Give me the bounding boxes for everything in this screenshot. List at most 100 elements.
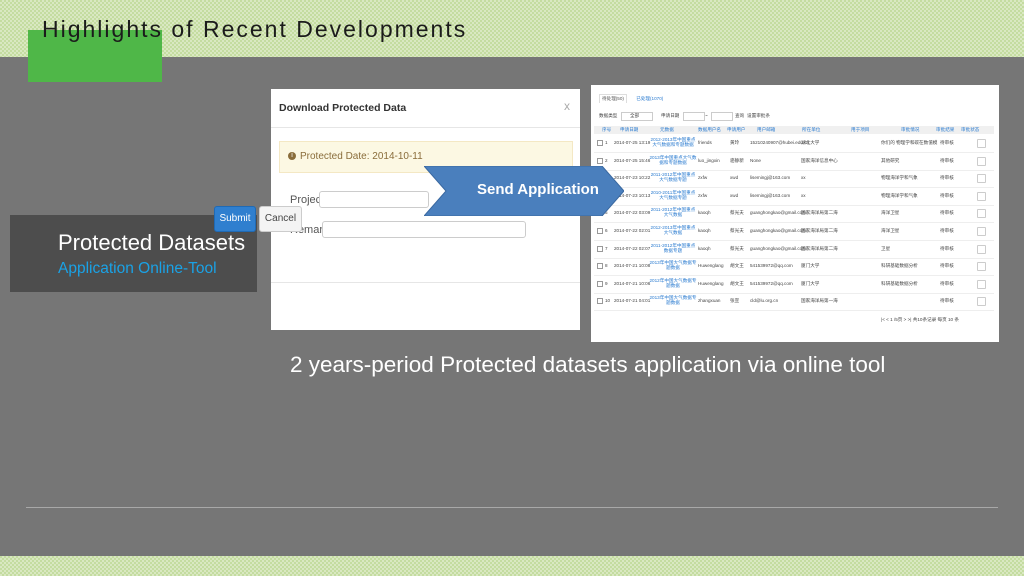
cell-meta[interactable]: 2012年中国大气数据专题数据 [649, 278, 697, 288]
table-row[interactable]: 2 2014-07-25 15:46 2013年中国重点大气数据和专题数据 luo_j… [594, 153, 994, 171]
filter-date-end[interactable] [711, 112, 733, 121]
view-detail-icon[interactable] [977, 139, 986, 148]
table-header-cell[interactable]: 申请日期 [620, 127, 638, 133]
table-header-cell[interactable]: 审批结果 [936, 127, 954, 133]
view-detail-icon[interactable] [977, 297, 986, 307]
cell-org: 国家海洋局第二海 [801, 210, 838, 216]
row-checkbox[interactable] [597, 298, 603, 305]
view-detail-icon[interactable] [977, 262, 986, 272]
cell-user: Huwenglang [698, 263, 724, 269]
filter-type-value: 全部 [630, 113, 640, 118]
cell-result: 待审核 [940, 298, 954, 304]
table-header: 序号 申请日期 元数据 数据用户名 申请用户 用户邮箱 所在单位 用于项目 审批情况 审批结果 审批… [594, 126, 994, 134]
table-header-cell[interactable]: 元数据 [660, 127, 674, 133]
table-row[interactable]: 7 2014-07-22 02:07 2011-2012年中国重点数据专题 kaoqh… [594, 241, 994, 259]
cell-result: 待审核 [940, 157, 954, 163]
tab-processed[interactable]: 已处理(1070) [634, 95, 665, 103]
cell-name: 蔡光夫 [730, 228, 744, 233]
tab-pending[interactable]: 待处理(50) [599, 94, 627, 103]
row-checkbox[interactable] [597, 245, 603, 252]
cell-result: 待审核 [940, 192, 954, 198]
table-header-cell[interactable]: 序号 [602, 127, 611, 133]
filter-type-label: 数据类型 [599, 113, 618, 118]
table-row[interactable]: 9 2014-07-21 10:06 2012年中国大气数据专题数据 Huwengla… [594, 276, 994, 294]
cancel-button[interactable]: Cancel [259, 206, 302, 232]
cell-meta[interactable]: 2013年中国大气数据专题数据 [649, 260, 697, 270]
cell-meta[interactable]: 2012-2013年中国重点大气数据和专题数据 [649, 137, 697, 147]
cell-result: 待审核 [940, 263, 954, 269]
row-checkbox[interactable] [597, 263, 603, 270]
table-header-cell[interactable]: 数据用户名 [698, 127, 721, 133]
view-detail-icon[interactable] [977, 209, 986, 219]
view-detail-icon[interactable] [977, 191, 986, 201]
project-input[interactable] [319, 191, 429, 208]
cell-name: 蔡光夫 [730, 210, 744, 216]
applications-table-screenshot: 待处理(50) 已处理(1070) 数据类型 全部 申请日期 ~ 查询 设置审批… [591, 85, 999, 342]
cell-meta[interactable]: 2011-2012年中国重点大气数据专题 [649, 172, 697, 182]
view-detail-icon[interactable] [977, 174, 986, 184]
table-row[interactable]: 42014-07-23 10:132010-2011年中国重点大气数据专题zxf… [594, 188, 994, 206]
table-row[interactable]: 8 2014-07-21 10:08 2013年中国大气数据专题数据 Huwengla… [594, 258, 994, 277]
cell-date: 2014-07-21 04:01 [614, 298, 651, 304]
cell-result: 待审核 [940, 280, 954, 286]
remark-input[interactable] [322, 221, 526, 238]
cell-status: 海洋卫星 [881, 210, 900, 216]
cell-n: 6 [605, 228, 608, 233]
table-row[interactable]: 1 2014-07-25 13:19 2012-2013年中国重点大气数据和专题数据… [594, 135, 994, 153]
cell-status: 科研基础数据分析 [881, 280, 918, 286]
table-header-cell[interactable]: 申请用户 [727, 127, 745, 133]
cell-n: 7 [605, 245, 608, 251]
table-row[interactable]: 10 2014-07-21 04:01 2013年中国大气数据专题数据 zhangxu… [594, 293, 994, 312]
cell-org: 厦门大学 [801, 263, 820, 269]
cell-meta[interactable]: 2012-2013年中国重点大气数据 [649, 225, 697, 235]
cell-meta[interactable]: 2013年中国大气数据专题数据 [649, 295, 697, 305]
cell-status: 其他研究 [881, 157, 900, 163]
pagination[interactable]: |< < 1 /5页 > >| 共10条记录 每页 10 条 [881, 317, 959, 323]
table-row[interactable]: 6 2014-07-22 02:01 2012-2013年中国重点大气数据 kaoqh… [594, 223, 994, 241]
slide-caption: 2 years-period Protected datasets applic… [290, 352, 886, 377]
cell-n: 1 [605, 140, 608, 145]
footer-divider [26, 507, 998, 508]
table-row[interactable]: 5 2014-07-22 03:09 2011-2012年中国重点大气数据 kaoqh… [594, 205, 994, 224]
filter-type-select[interactable]: 全部 [621, 112, 653, 121]
view-detail-icon[interactable] [977, 279, 986, 289]
query-button[interactable]: 查询 [735, 113, 744, 119]
table-header-cell[interactable]: 审批情况 [901, 127, 919, 133]
cell-date: 2014-07-21 10:08 [614, 263, 651, 269]
cell-meta[interactable]: 2013年中国重点大气数据和专题数据 [649, 155, 697, 165]
dialog-header: Download Protected Data x [271, 89, 580, 128]
reset-button[interactable]: 设置审批条 [747, 113, 770, 119]
table-header-cell[interactable]: 所在单位 [802, 127, 820, 133]
view-detail-icon[interactable] [977, 156, 986, 166]
cell-meta[interactable]: 2010-2011年中国重点大气数据专题 [649, 190, 697, 200]
cell-name: 蔡光夫 [730, 245, 744, 251]
cell-name: 胡文王 [730, 263, 744, 269]
filter-date-start[interactable] [683, 112, 705, 121]
cell-email: 541539972@qq.com [750, 263, 793, 269]
cell-org: 国家海洋局第二海 [801, 228, 838, 233]
view-detail-icon[interactable] [977, 244, 986, 254]
cell-name: 张宣 [730, 298, 740, 304]
cell-org: xx [801, 192, 806, 198]
view-detail-icon[interactable] [977, 227, 986, 236]
cell-org: 湖北大学 [801, 140, 820, 145]
submit-button[interactable]: Submit [214, 206, 256, 232]
filter-bar: 数据类型 全部 申请日期 ~ 查询 设置审批条 [599, 112, 991, 122]
cell-user: kaoqh [698, 228, 711, 233]
row-checkbox[interactable] [597, 280, 603, 287]
cell-meta[interactable]: 2011-2012年中国重点数据专题 [649, 243, 697, 253]
row-checkbox[interactable] [597, 228, 603, 234]
cell-date: 2014-07-22 02:07 [614, 245, 651, 251]
table-header-cell[interactable]: 审批状态 [961, 127, 979, 133]
tab-bar: 待处理(50) 已处理(1070) [599, 94, 671, 103]
row-checkbox[interactable] [597, 157, 603, 164]
cell-n: 2 [605, 157, 608, 163]
cell-n: 9 [605, 280, 608, 286]
cell-meta[interactable]: 2011-2012年中国重点大气数据 [649, 207, 697, 217]
row-checkbox[interactable] [597, 140, 603, 146]
cell-name: xwd [730, 175, 739, 181]
table-header-cell[interactable]: 用户邮箱 [757, 127, 775, 133]
close-icon[interactable]: x [564, 99, 570, 113]
table-header-cell[interactable]: 用于项目 [851, 127, 869, 133]
table-row[interactable]: 32014-07-23 10:222011-2012年中国重点大气数据专题zxf… [594, 170, 994, 189]
